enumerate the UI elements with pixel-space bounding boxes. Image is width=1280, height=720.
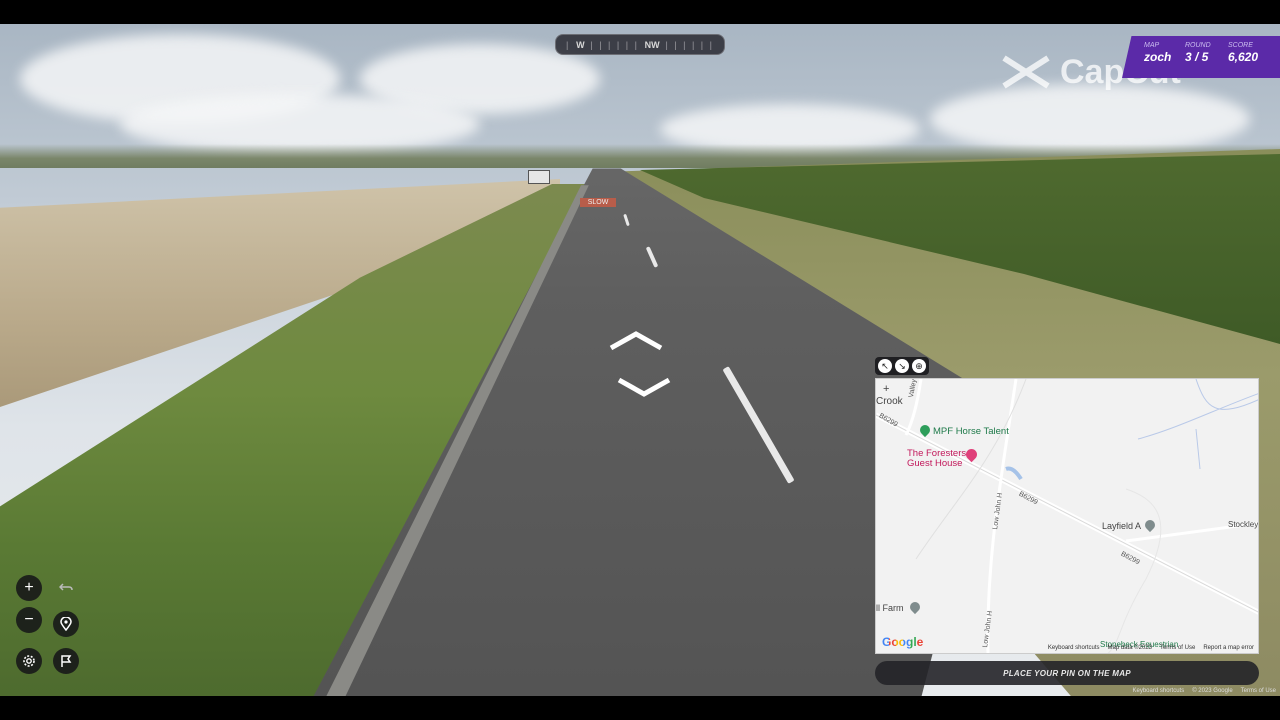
footer-link: © 2023 Google [1192,688,1233,694]
map-poi-farm: ll Farm [876,599,923,615]
compass-heading-nw: NW [644,39,660,50]
zoom-in-label: + [24,579,34,596]
map-poi-green-pin-icon [917,422,933,438]
shrink-icon[interactable]: ↘ [895,359,909,373]
map-footer-link[interactable]: Report a map error [1203,645,1254,651]
undo-button[interactable] [53,575,79,601]
map-poi-foresters: The Foresters Guest House [907,449,966,469]
letterbox-bottom [0,696,1280,720]
expand-icon[interactable]: ↖ [878,359,892,373]
capcut-logo-icon [1002,55,1050,89]
settings-button[interactable] [16,648,42,674]
map-footer-link: Map data ©2023 [1107,645,1152,651]
letterbox-top [0,0,1280,24]
map-footer-link[interactable]: Terms of Use [1160,645,1195,651]
flag-icon [61,655,72,667]
map-footer-link[interactable]: Keyboard shortcuts [1048,645,1100,651]
road-marking: SLOW [580,198,616,207]
footer-link[interactable]: Keyboard shortcuts [1133,688,1185,694]
move-forward-arrow[interactable] [608,330,664,352]
map-poi-layfield: Layfield A [1102,517,1158,533]
status-map: MAP zoch [1144,42,1171,64]
map-poi-layfield-label: Layfield A [1102,521,1141,531]
google-logo-text: Google [882,635,924,649]
google-logo: Google [882,635,923,649]
gear-icon [23,655,35,667]
compass-ticks: | [566,39,571,50]
place-pin-button[interactable]: PLACE YOUR PIN ON THE MAP [875,661,1259,685]
zoom-in-button[interactable]: + [16,575,42,601]
compass-ticks: | | | | | | [590,39,639,50]
map-poi-grey-pin-icon [907,599,923,615]
map-label-town: Crook [876,396,903,407]
move-backward-arrow[interactable] [616,376,672,398]
map-zoom-plus[interactable]: + [883,383,889,395]
status-round-label: ROUND [1185,42,1211,49]
minimap-footer: Keyboard shortcuts Map data ©2023 Terms … [1048,645,1254,651]
status-round: ROUND 3 / 5 [1185,42,1211,64]
map-poi-grey-pin-icon [1142,517,1158,533]
minimap-roads [876,379,1258,653]
compass-heading-w: W [576,39,585,50]
map-poi-stockley: Stockley [1228,520,1259,529]
guess-minimap[interactable]: + Crook Valley Terrace B6299 MPF Horse T… [875,378,1259,654]
flag-button[interactable] [53,648,79,674]
map-poi-farm-label: ll Farm [876,603,904,613]
map-pin-icon [60,617,72,631]
map-poi-mpf-label: MPF Horse Talent [933,426,1009,437]
place-pin-label: PLACE YOUR PIN ON THE MAP [1003,668,1131,678]
return-to-start-button[interactable] [53,611,79,637]
map-poi-foresters-label-2: Guest House [907,458,963,469]
zoom-out-button[interactable]: − [16,607,42,633]
game-status-panel: MAP zoch ROUND 3 / 5 SCORE 6,620 [1122,36,1280,78]
pin-icon[interactable]: ⊕ [912,359,926,373]
streetview-footer: Keyboard shortcuts © 2023 Google Terms o… [1133,688,1277,694]
status-score-value: 6,620 [1228,50,1259,64]
status-map-value: zoch [1144,50,1172,64]
zoom-out-label: − [24,611,34,628]
undo-icon [59,583,73,591]
minimap-toolbar: ↖ ↘ ⊕ [875,357,929,375]
status-round-value: 3 / 5 [1185,50,1209,64]
footer-link[interactable]: Terms of Use [1241,688,1276,694]
map-poi-mpf: MPF Horse Talent [917,422,1009,438]
road-sign [528,170,550,184]
compass: | W | | | | | | NW | | | | | | [555,34,725,55]
compass-ticks: | | | | | | [665,39,714,50]
status-score: SCORE 6,620 [1228,42,1258,64]
status-score-label: SCORE [1228,42,1253,49]
status-map-label: MAP [1144,42,1160,49]
